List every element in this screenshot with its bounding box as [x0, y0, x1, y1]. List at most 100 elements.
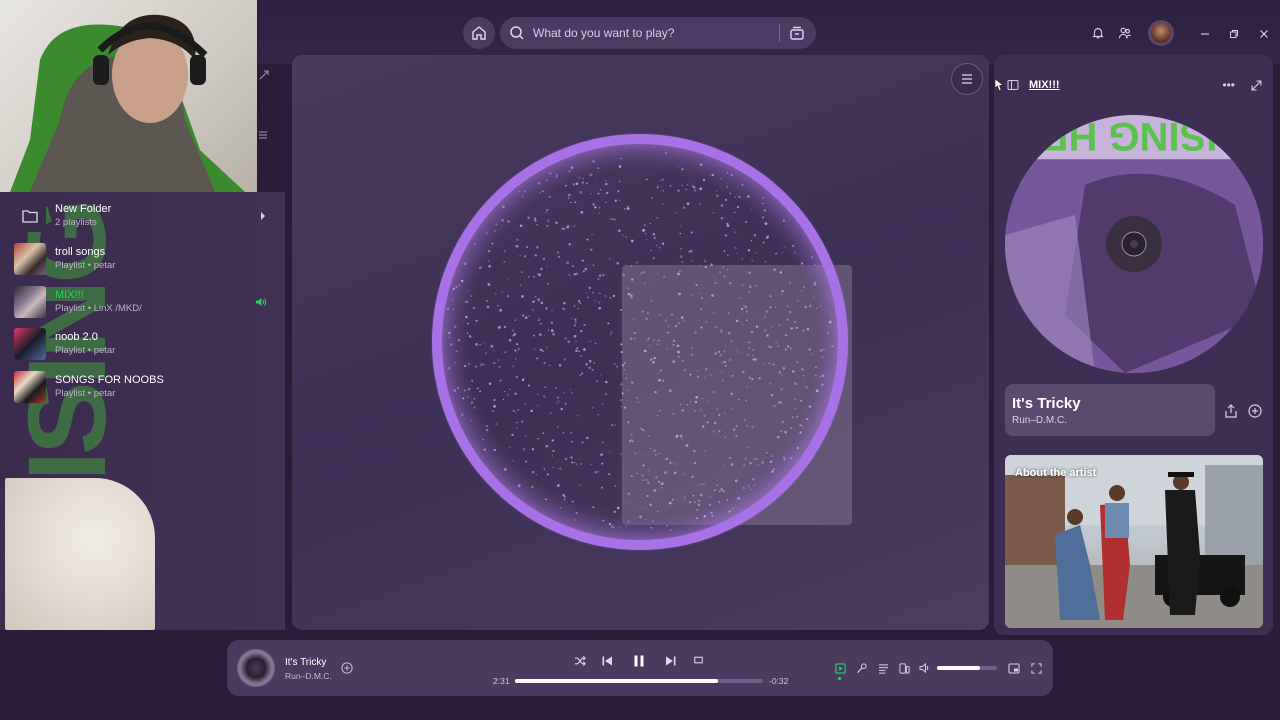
progress-bar[interactable] [515, 679, 763, 683]
visualizer-menu-button[interactable] [951, 63, 983, 95]
library-item-noob-2[interactable]: noob 2.0 Playlist • petar [14, 326, 269, 362]
visualizer-particle [712, 390, 716, 394]
visualizer-particle [643, 429, 646, 432]
mute-button[interactable] [919, 662, 931, 674]
visualizer-particle [447, 366, 451, 370]
visualizer-particle [598, 307, 601, 310]
now-playing-title[interactable]: It's Tricky [1012, 395, 1081, 412]
visualizer-particle [718, 350, 721, 353]
visualizer-particle [662, 203, 664, 206]
list-view-button[interactable] [258, 130, 270, 142]
library-item-title: noob 2.0 [55, 331, 98, 343]
share-button[interactable] [1224, 404, 1238, 418]
maximize-button[interactable] [1227, 27, 1241, 41]
visualizer-particle [570, 166, 574, 169]
previous-button[interactable] [600, 654, 614, 668]
search-bar[interactable] [500, 17, 816, 49]
visualizer-particle [618, 180, 621, 183]
fullscreen-button[interactable] [1030, 662, 1042, 674]
visualizer-particle [539, 333, 542, 336]
now-playing-artist[interactable]: Run–D.M.C. [1012, 415, 1067, 426]
visualizer-particle [583, 348, 586, 351]
visualizer-particle [691, 353, 694, 356]
library-item-songs-for-noobs[interactable]: SONGS FOR NOOBS Playlist • petar [14, 369, 269, 405]
visualizer-particle [802, 426, 804, 428]
visualizer-particle [588, 366, 592, 370]
context-title[interactable]: MIX!!! [1029, 79, 1060, 91]
visualizer-particle [555, 176, 558, 178]
close-button[interactable] [1257, 27, 1271, 41]
connect-device-button[interactable] [898, 662, 910, 674]
next-button[interactable] [664, 654, 678, 668]
visualizer-particle [646, 238, 648, 241]
repeat-button[interactable] [691, 654, 705, 668]
visualizer-particle [693, 449, 696, 453]
visualizer-particle [679, 232, 681, 235]
now-playing-view-button[interactable] [834, 662, 846, 674]
visualizer-particle [694, 410, 697, 413]
library-item-mix[interactable]: MIX!!! Playlist • LinX /MKD/ [14, 284, 269, 320]
player-album-art[interactable] [237, 649, 275, 687]
visualizer-particle [545, 211, 547, 214]
visualizer-particle [771, 470, 774, 473]
expand-library-button[interactable] [259, 70, 271, 82]
visualizer-particle [450, 343, 453, 346]
minimize-button[interactable] [1198, 27, 1212, 41]
visualizer-particle [705, 321, 708, 323]
visualizer-particle [540, 301, 544, 305]
visualizer-particle [634, 337, 636, 340]
visualizer-particle [750, 208, 753, 211]
search-input[interactable] [531, 25, 775, 41]
visualizer-particle [573, 225, 575, 227]
library-item-troll-songs[interactable]: troll songs Playlist • petar [14, 241, 269, 277]
visualizer-particle [703, 450, 706, 452]
queue-button[interactable] [877, 662, 889, 674]
visualizer-particle [620, 453, 622, 455]
visualizer-particle [600, 189, 602, 191]
visualizer-particle [701, 397, 704, 400]
visualizer-particle [571, 461, 574, 464]
visualizer-particle [751, 259, 754, 262]
browse-button[interactable] [789, 25, 805, 41]
visualizer-particle [562, 493, 565, 497]
visualizer-particle [563, 358, 566, 361]
home-button[interactable] [463, 17, 495, 49]
visualizer-particle [642, 479, 644, 481]
visualizer-particle [786, 345, 790, 348]
profile-button[interactable] [1148, 20, 1174, 46]
player-track-title[interactable]: It's Tricky [285, 657, 326, 668]
visualizer-particle [620, 351, 623, 354]
visualizer-particle [814, 263, 816, 266]
expand-icon[interactable] [1251, 80, 1262, 91]
visualizer-particle [799, 431, 802, 434]
player-track-artist[interactable]: Run–D.M.C. [285, 671, 332, 681]
visualizer-particle [724, 436, 726, 439]
more-options-button[interactable]: ••• [1222, 78, 1235, 92]
visualizer-particle [534, 219, 537, 222]
add-to-library-button[interactable] [1248, 404, 1262, 418]
visualizer-particle [582, 270, 585, 273]
notifications-button[interactable] [1090, 25, 1106, 41]
visualizer-particle [661, 482, 664, 485]
pause-button[interactable] [630, 652, 648, 670]
lyrics-button[interactable] [855, 662, 867, 674]
player-add-button[interactable] [341, 662, 353, 674]
visualizer-particle [580, 463, 582, 465]
friend-activity-button[interactable] [1117, 25, 1133, 41]
visualizer-particle [470, 295, 472, 297]
visualizer-particle [765, 334, 769, 337]
visualizer-particle [600, 486, 604, 489]
visualizer-particle [750, 488, 752, 491]
visualizer-particle [548, 364, 551, 367]
volume-slider[interactable] [937, 666, 997, 670]
visualizer-particle [770, 455, 774, 458]
visualizer-particle [724, 198, 728, 202]
shuffle-button[interactable] [573, 654, 587, 668]
library-item-new-folder[interactable]: New Folder 2 playlists [14, 198, 269, 234]
visualizer-particle [467, 290, 469, 292]
visualizer-particle [661, 178, 665, 181]
panel-toggle-icon[interactable] [1007, 79, 1019, 91]
miniplayer-button[interactable] [1008, 662, 1020, 674]
about-the-artist-card[interactable]: About the artist [1005, 455, 1263, 628]
visualizer-particle [790, 427, 792, 429]
